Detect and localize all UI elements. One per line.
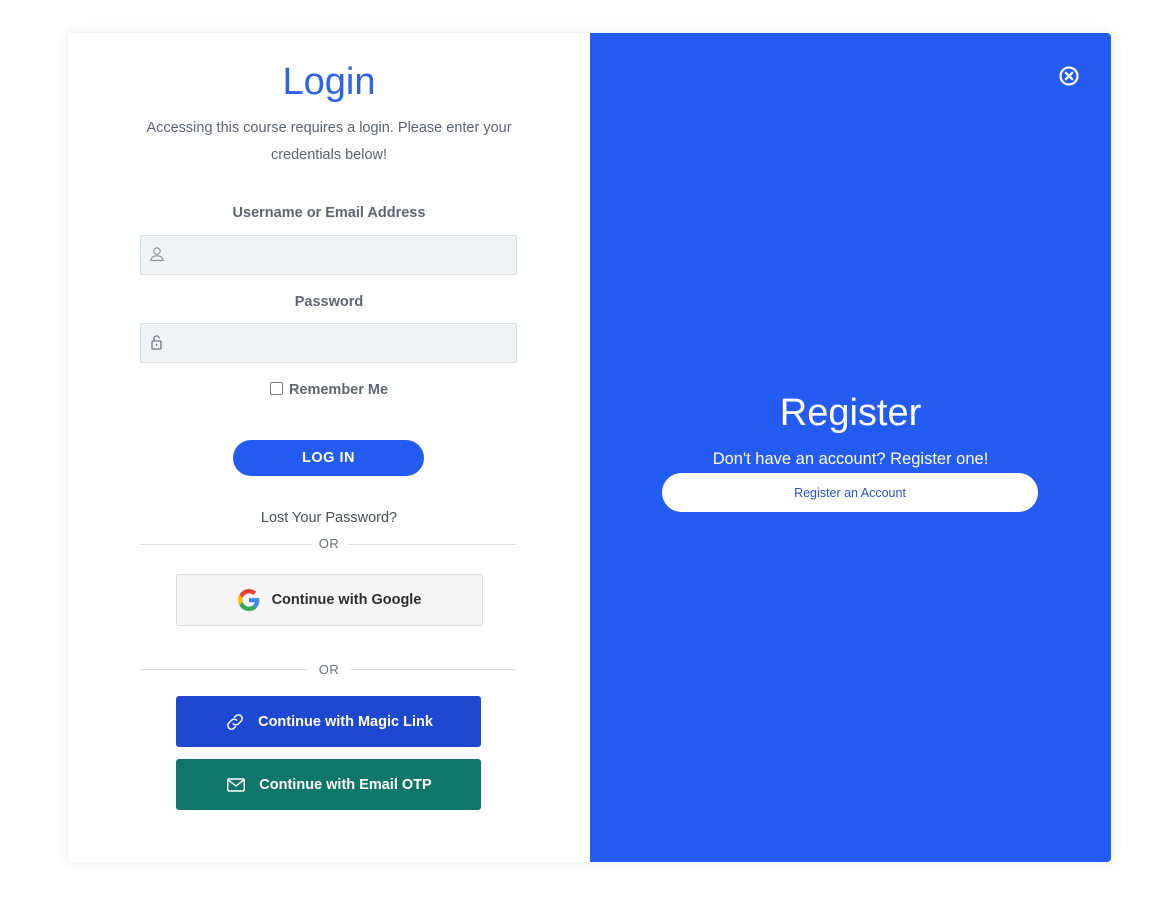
remember-me[interactable]: Remember Me [68, 382, 590, 398]
register-title: Register [779, 392, 922, 434]
login-title: Login [282, 61, 376, 103]
or-separator-1: OR [318, 536, 340, 551]
or-separator-2: OR [318, 662, 340, 677]
login-description: Accessing this course requires a login. … [146, 120, 512, 163]
register-description: Don't have an account? Register one! [712, 450, 989, 468]
email-otp-button-label: Continue with Email OTP [259, 776, 432, 793]
remember-me-checkbox[interactable] [269, 382, 283, 395]
magic-link-button-label: Continue with Magic Link [258, 713, 433, 730]
register-panel [590, 33, 1111, 862]
user-icon [149, 246, 165, 262]
google-icon [237, 589, 260, 611]
divider-left-1 [140, 544, 312, 545]
divider-right-1 [348, 544, 516, 545]
password-field-wrapper [140, 323, 517, 364]
username-input[interactable] [173, 236, 507, 276]
password-label: Password [294, 294, 364, 310]
password-input[interactable] [173, 324, 507, 364]
login-panel: Login Accessing this course requires a l… [68, 33, 590, 862]
username-label: Username or Email Address [232, 205, 426, 221]
lock-icon [149, 334, 165, 350]
username-field-wrapper [140, 235, 517, 276]
mail-icon [225, 774, 247, 796]
magic-link-button[interactable]: Continue with Magic Link [176, 696, 481, 747]
remember-me-label: Remember Me [288, 382, 389, 398]
divider-right-2 [350, 669, 516, 670]
email-otp-button[interactable]: Continue with Email OTP [176, 759, 481, 810]
register-account-button[interactable]: Register an Account [662, 473, 1038, 512]
login-button[interactable]: LOG IN [233, 440, 424, 476]
login-modal: Login Accessing this course requires a l… [68, 33, 1111, 862]
close-icon[interactable] [1058, 65, 1080, 87]
lost-password-link[interactable]: Lost Your Password? [68, 510, 590, 526]
google-button-label: Continue with Google [271, 592, 422, 608]
link-icon [224, 711, 246, 733]
divider-left-2 [140, 669, 307, 670]
google-login-button[interactable]: Continue with Google [176, 574, 483, 626]
